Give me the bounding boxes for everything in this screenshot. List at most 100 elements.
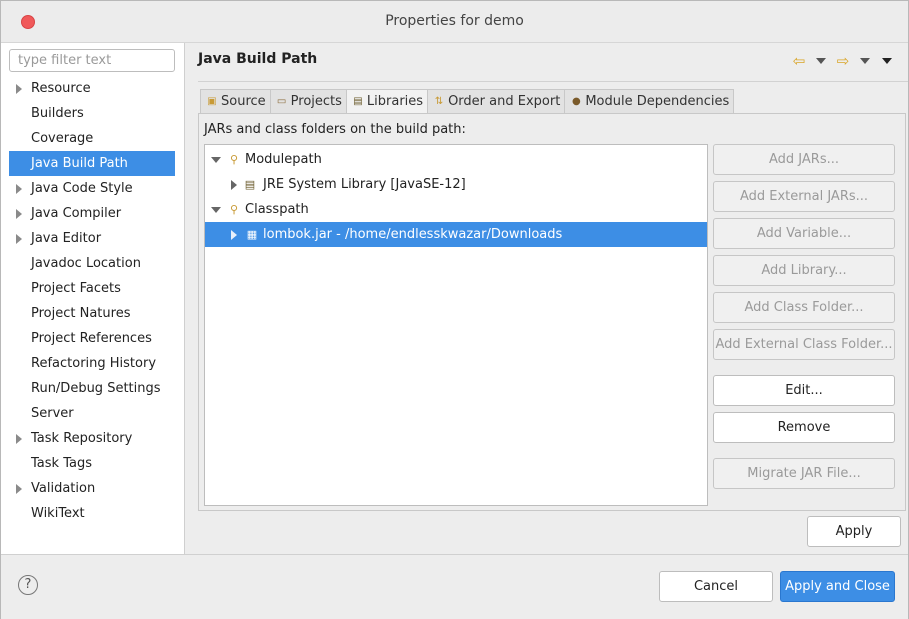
apply-and-close-button[interactable]: Apply and Close [780,571,895,602]
add-external-class-folder-button[interactable]: Add External Class Folder... [713,329,895,360]
expand-arrow-icon[interactable] [231,180,237,190]
sidebar-item-validation[interactable]: Validation [1,476,184,501]
add-variable-button[interactable]: Add Variable... [713,218,895,249]
tab-label: Libraries [366,94,424,109]
sidebar-item-label: Java Build Path [31,156,128,171]
back-arrow-icon[interactable]: ⇦ [790,53,808,69]
sidebar-item-task-tags[interactable]: Task Tags [1,451,184,476]
library-icon: ▤ [244,178,256,191]
tree-row-modulepath[interactable]: ⚲ Modulepath [205,147,707,172]
libraries-icon: ▤ [353,95,363,107]
sidebar-item-label: Validation [31,481,96,496]
expand-arrow-icon[interactable] [16,234,22,244]
sidebar-item-java-build-path[interactable]: Java Build Path [9,151,175,176]
sidebar-item-builders[interactable]: Builders [1,101,184,126]
sidebar-item-label: Task Tags [31,456,92,471]
expand-arrow-icon[interactable] [231,230,237,240]
build-path-tree[interactable]: ⚲ Modulepath ▤ JRE System Library [JavaS… [204,144,708,506]
add-class-folder-button[interactable]: Add Class Folder... [713,292,895,323]
collapse-arrow-icon[interactable] [211,207,221,213]
title-separator [198,81,908,82]
add-external-jars-button[interactable]: Add External JARs... [713,181,895,212]
tab-label: Order and Export [448,94,561,109]
tab-label: Source [221,94,266,109]
sidebar-item-resource[interactable]: Resource [1,76,184,101]
expand-arrow-icon[interactable] [16,484,22,494]
sidebar-item-label: Javadoc Location [31,256,141,271]
tree-row-label: lombok.jar - /home/endlesskwazar/Downloa… [263,227,563,242]
sidebar-item-label: Project Facets [31,281,121,296]
tree-row-lombok-jar[interactable]: ▦ lombok.jar - /home/endlesskwazar/Downl… [205,222,707,247]
sidebar-item-project-natures[interactable]: Project Natures [1,301,184,326]
tab-module-dependencies[interactable]: ● Module Dependencies [564,89,735,114]
view-menu-icon[interactable] [882,58,892,64]
order-export-icon: ⇅ [434,95,444,107]
migrate-jar-button[interactable]: Migrate JAR File... [713,458,895,489]
sidebar-item-task-repository[interactable]: Task Repository [1,426,184,451]
libraries-panel: JARs and class folders on the build path… [198,113,906,511]
sidebar-item-label: Project Natures [31,306,131,321]
tree-row-label: Modulepath [245,152,322,167]
expand-arrow-icon[interactable] [16,184,22,194]
sidebar-item-run-debug-settings[interactable]: Run/Debug Settings [1,376,184,401]
collapse-arrow-icon[interactable] [211,157,221,163]
tree-row-classpath[interactable]: ⚲ Classpath [205,197,707,222]
sidebar-item-java-compiler[interactable]: Java Compiler [1,201,184,226]
filter-input[interactable] [9,49,175,72]
tab-libraries[interactable]: ▤ Libraries [345,89,428,114]
dialog-footer: ? Cancel Apply and Close [1,554,908,619]
help-icon[interactable]: ? [18,575,38,595]
forward-arrow-icon[interactable]: ⇨ [834,53,852,69]
tab-projects[interactable]: ▭ Projects [269,89,346,114]
sidebar-item-refactoring-history[interactable]: Refactoring History [1,351,184,376]
add-library-button[interactable]: Add Library... [713,255,895,286]
sidebar-item-label: Refactoring History [31,356,157,371]
add-jars-button[interactable]: Add JARs... [713,144,895,175]
apply-button[interactable]: Apply [807,516,901,547]
classpath-icon: ⚲ [229,203,239,216]
page-title: Java Build Path [198,51,318,67]
tab-label: Projects [290,94,342,109]
source-folder-icon: ▣ [207,95,217,107]
sidebar: Resource Builders Coverage Java Build Pa… [1,43,185,555]
cancel-button[interactable]: Cancel [659,571,773,602]
projects-folder-icon: ▭ [276,95,287,107]
sidebar-item-java-code-style[interactable]: Java Code Style [1,176,184,201]
edit-button[interactable]: Edit... [713,375,895,406]
module-icon: ● [571,95,581,107]
main-content: Java Build Path ⇦ ⇨ ▣ Source ▭ Projects ▤ L… [186,43,908,555]
sidebar-item-label: Project References [31,331,152,346]
navigation-buttons: ⇦ ⇨ [790,53,896,69]
tree-row-jre-library[interactable]: ▤ JRE System Library [JavaSE-12] [205,172,707,197]
sidebar-item-label: Resource [31,81,91,96]
sidebar-item-label: Java Compiler [31,206,122,221]
sidebar-item-javadoc-location[interactable]: Javadoc Location [1,251,184,276]
sidebar-item-wikitext[interactable]: WikiText [1,501,184,526]
tree-row-label: Classpath [245,202,309,217]
expand-arrow-icon[interactable] [16,84,22,94]
back-history-dropdown-icon[interactable] [816,58,826,64]
sidebar-item-label: Server [31,406,74,421]
sidebar-item-label: Java Editor [31,231,102,246]
remove-button[interactable]: Remove [713,412,895,443]
panel-label: JARs and class folders on the build path… [204,122,466,137]
modulepath-icon: ⚲ [229,153,239,166]
expand-arrow-icon[interactable] [16,209,22,219]
sidebar-item-project-references[interactable]: Project References [1,326,184,351]
forward-history-dropdown-icon[interactable] [860,58,870,64]
sidebar-item-coverage[interactable]: Coverage [1,126,184,151]
sidebar-item-label: Builders [31,106,84,121]
sidebar-item-label: Run/Debug Settings [31,381,161,396]
sidebar-item-project-facets[interactable]: Project Facets [1,276,184,301]
tab-source[interactable]: ▣ Source [200,89,270,114]
properties-dialog: Properties for demo Resource Builders Co… [0,0,909,619]
expand-arrow-icon[interactable] [16,434,22,444]
sidebar-item-server[interactable]: Server [1,401,184,426]
tab-order-and-export[interactable]: ⇅ Order and Export [427,89,565,114]
tab-label: Module Dependencies [585,94,730,109]
jar-file-icon: ▦ [246,228,258,241]
tab-bar: ▣ Source ▭ Projects ▤ Libraries ⇅ Order and … [200,89,735,114]
tree-row-label: JRE System Library [JavaSE-12] [263,177,466,192]
sidebar-item-label: Java Code Style [31,181,133,196]
sidebar-item-java-editor[interactable]: Java Editor [1,226,184,251]
